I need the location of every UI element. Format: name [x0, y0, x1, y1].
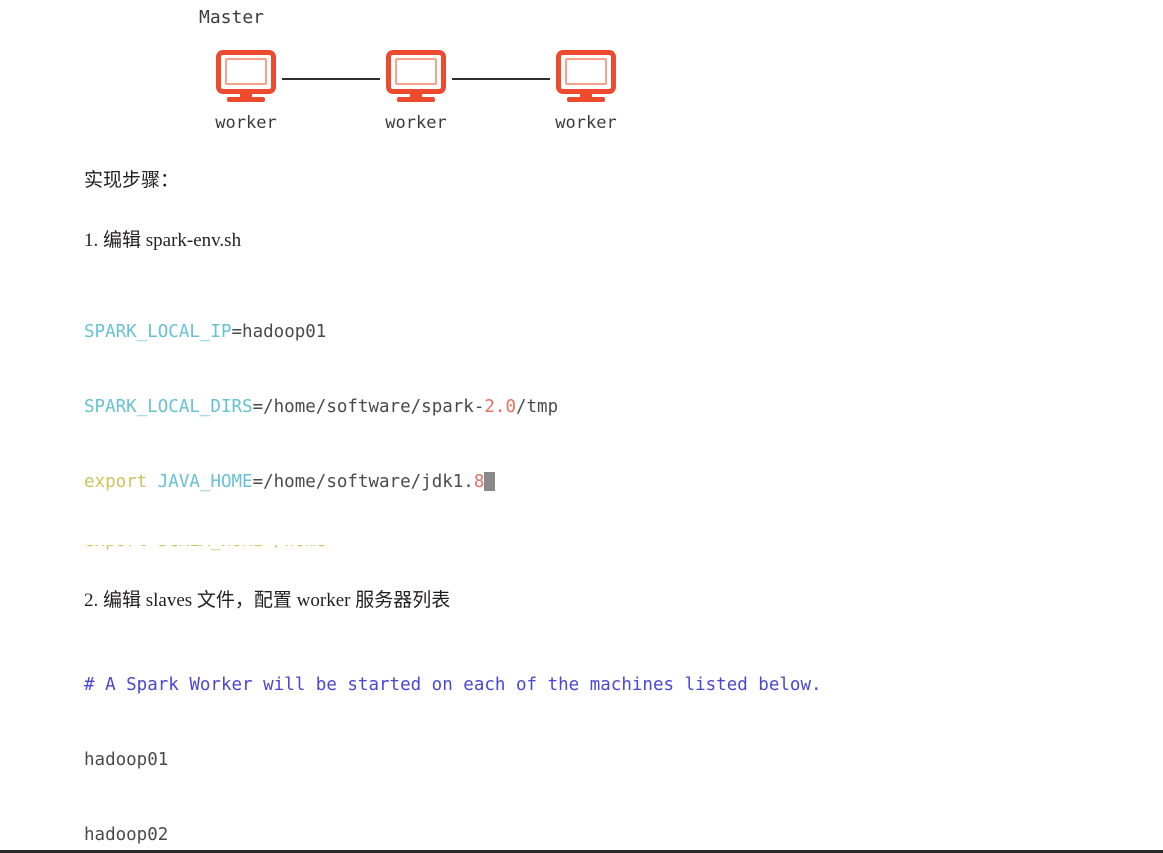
- code-token-keyword: export: [84, 472, 148, 492]
- code-line: export JAVA_HOME=/home/software/jdk1.8: [84, 470, 1144, 495]
- monitor-base: [567, 97, 605, 102]
- monitor-screen-inner: [395, 58, 437, 85]
- cluster-node-3: worker: [550, 50, 622, 133]
- code-block-slaves: # A Spark Worker will be started on each…: [84, 623, 1144, 850]
- node-caption: worker: [215, 113, 277, 133]
- intro-heading: 实现步骤：: [84, 170, 180, 191]
- cluster-node-2: worker: [380, 50, 452, 133]
- clipped-code-line-region: export SCALA_HOME=/home: [84, 545, 1144, 554]
- code-token-text: =/home/software/jdk1.: [252, 472, 474, 492]
- monitor-base: [397, 97, 435, 102]
- document-content: 实现步骤： 1. 编辑 spark-env.sh SPARK_LOCAL_IP=…: [84, 168, 1144, 850]
- code-token-text: /tmp: [515, 397, 559, 417]
- code-line: SPARK_LOCAL_IP=hadoop01: [84, 320, 1144, 345]
- monitor-icon: [216, 50, 276, 102]
- code-host-line: hadoop01: [84, 750, 169, 770]
- node-caption: worker: [385, 113, 447, 133]
- monitor-icon: [556, 50, 616, 102]
- node-caption: worker: [555, 113, 617, 133]
- monitor-screen-inner: [225, 58, 267, 85]
- master-label: Master: [199, 7, 265, 28]
- cluster-topology-diagram: Master worker worker worker: [0, 0, 1163, 150]
- cluster-node-1: worker: [210, 50, 282, 133]
- code-token-variable: SPARK_LOCAL_DIRS: [84, 397, 253, 417]
- monitor-base: [227, 97, 265, 102]
- code-comment-line: # A Spark Worker will be started on each…: [84, 675, 822, 695]
- code-token-keyword: export SCALA_HOME=/home: [84, 545, 326, 551]
- code-token-number: 2.0: [484, 397, 516, 417]
- monitor-screen-inner: [565, 58, 607, 85]
- code-line: SPARK_LOCAL_DIRS=/home/software/spark-2.…: [84, 395, 1144, 420]
- text-cursor: [484, 472, 496, 491]
- code-line-clipped: export SCALA_HOME=/home: [84, 545, 326, 554]
- code-host-line: hadoop02: [84, 825, 169, 845]
- code-block-spark-env: SPARK_LOCAL_IP=hadoop01 SPARK_LOCAL_DIRS…: [84, 270, 1144, 545]
- step-2-title: 2. 编辑 slaves 文件，配置 worker 服务器列表: [84, 590, 451, 611]
- code-token-text: =hadoop01: [231, 322, 327, 342]
- code-token-text: =/home/software/spark-: [252, 397, 485, 417]
- code-token-variable: JAVA_HOME: [147, 472, 253, 492]
- document-page: Master worker worker worker 实现步骤： 1. 编辑 …: [0, 0, 1163, 853]
- connector-line-2: [452, 78, 550, 80]
- code-token-number: 8: [473, 472, 485, 492]
- step-1-title: 1. 编辑 spark-env.sh: [84, 230, 242, 251]
- monitor-icon: [386, 50, 446, 102]
- connector-line-1: [282, 78, 380, 80]
- code-token-variable: SPARK_LOCAL_IP: [84, 322, 232, 342]
